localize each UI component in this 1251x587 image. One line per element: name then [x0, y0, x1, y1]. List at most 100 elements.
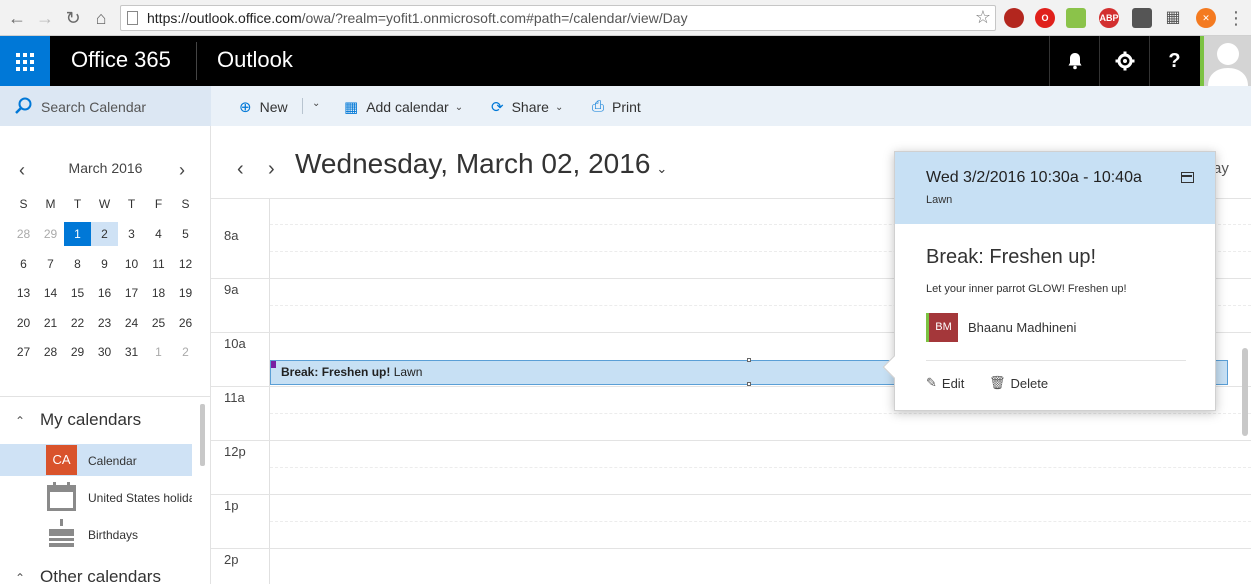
menu-icon[interactable]: ⋮	[1226, 7, 1246, 29]
hat-extension-icon[interactable]	[1066, 8, 1086, 28]
home-icon[interactable]: ⌂	[90, 7, 112, 29]
mini-calendar-day[interactable]: 28	[10, 222, 37, 246]
forward-arrow-icon[interactable]: →	[34, 7, 56, 29]
pencil-icon: ✎	[926, 375, 937, 390]
mini-calendar-day[interactable]: 19	[172, 281, 199, 305]
delete-label: Delete	[1010, 375, 1049, 391]
other-calendars-label: Other calendars	[40, 567, 161, 586]
expand-window-icon[interactable]	[1181, 172, 1194, 183]
mini-calendar-day[interactable]: 25	[145, 311, 172, 335]
event-title: Break: Freshen up!	[281, 365, 391, 379]
mini-calendar-day[interactable]: 29	[64, 340, 91, 364]
bookmark-star-icon[interactable]: ☆	[975, 7, 991, 28]
half-hour-line	[270, 521, 1251, 522]
puzzle-extension-icon[interactable]	[1132, 8, 1152, 28]
edit-label: Edit	[941, 375, 965, 391]
apps-grid-icon[interactable]: ▦	[1163, 8, 1183, 28]
calendar-icon	[47, 482, 76, 511]
event-category-marker	[271, 361, 276, 368]
new-button[interactable]: ⊕ New	[239, 98, 288, 116]
mini-calendar-day[interactable]: 26	[172, 311, 199, 335]
add-calendar-button[interactable]: ▦ Add calendar ⌄	[344, 98, 463, 116]
event-text: Break: Freshen up! Lawn	[281, 365, 422, 379]
app-title[interactable]: Outlook	[217, 47, 293, 73]
mini-calendar-day[interactable]: 17	[118, 281, 145, 305]
notifications-button[interactable]	[1049, 36, 1099, 86]
day-title[interactable]: Wednesday, March 02, 2016 ⌄	[295, 148, 667, 180]
mini-calendar-day[interactable]: 4	[145, 222, 172, 246]
day-title-text: Wednesday, March 02, 2016	[295, 148, 651, 179]
time-column-divider	[269, 198, 270, 584]
mini-calendar-day[interactable]: 6	[10, 252, 37, 276]
calendar-item-birthdays[interactable]: Birthdays	[0, 518, 192, 550]
mini-calendar-day[interactable]: 27	[10, 340, 37, 364]
reload-icon[interactable]: ↻	[62, 7, 84, 29]
attendee-avatar[interactable]: BM	[926, 313, 958, 342]
main-scrollbar[interactable]	[1242, 348, 1248, 436]
mini-calendar-day[interactable]: 18	[145, 281, 172, 305]
next-month-arrow-icon[interactable]: ›	[179, 160, 185, 181]
address-bar[interactable]: https://outlook.office.com/owa/?realm=yo…	[120, 5, 996, 31]
page-icon	[127, 11, 138, 25]
user-avatar[interactable]	[1200, 36, 1251, 86]
help-button[interactable]: ?	[1149, 36, 1199, 86]
other-calendars-header[interactable]: ⌃ Other calendars	[0, 567, 161, 587]
mini-calendar-day[interactable]: 2	[91, 222, 118, 246]
command-bar: ⊕ New ⌄ ▦ Add calendar ⌄ ⟳ Share ⌄ ⎙ Print	[211, 86, 1251, 126]
mini-calendar-day[interactable]: 7	[37, 252, 64, 276]
hour-line	[211, 548, 1251, 549]
mini-calendar-day[interactable]: 3	[118, 222, 145, 246]
weekday-header: F	[154, 197, 163, 211]
my-calendars-header[interactable]: ⌃ My calendars	[0, 410, 141, 430]
orange-extension-icon[interactable]: ✕	[1196, 8, 1216, 28]
office-brand[interactable]: Office 365	[71, 47, 171, 73]
mini-calendar-day[interactable]: 1	[64, 222, 91, 246]
delete-button[interactable]: 🗑 Delete	[989, 375, 1048, 391]
weekday-header: T	[127, 197, 136, 211]
print-button[interactable]: ⎙ Print	[592, 98, 641, 115]
mini-calendar-day[interactable]: 11	[145, 252, 172, 276]
mini-calendar-day[interactable]: 1	[145, 340, 172, 364]
mini-calendar-day[interactable]: 31	[118, 340, 145, 364]
mini-calendar-day[interactable]: 14	[37, 281, 64, 305]
mini-calendar-day[interactable]: 28	[37, 340, 64, 364]
hour-line	[211, 494, 1251, 495]
mini-calendar-day[interactable]: 8	[64, 252, 91, 276]
opera-extension-icon[interactable]: O	[1035, 8, 1055, 28]
settings-button[interactable]	[1099, 36, 1149, 86]
prev-day-arrow-icon[interactable]: ‹	[237, 158, 244, 181]
calendar-item-calendar[interactable]: CA Calendar	[0, 444, 192, 476]
search-icon	[15, 97, 32, 114]
mini-calendar-day[interactable]: 16	[91, 281, 118, 305]
mini-calendar-day[interactable]: 20	[10, 311, 37, 335]
adblock-plus-icon[interactable]: ABP	[1099, 8, 1119, 28]
mini-calendar-day[interactable]: 12	[172, 252, 199, 276]
search-calendar-box[interactable]: Search Calendar	[0, 86, 211, 126]
red-car-extension-icon[interactable]	[1004, 8, 1024, 28]
mini-calendar-day[interactable]: 24	[118, 311, 145, 335]
share-button[interactable]: ⟳ Share ⌄	[491, 98, 563, 116]
mini-calendar-day[interactable]: 29	[37, 222, 64, 246]
attendee-name[interactable]: Bhaanu Madhineni	[968, 320, 1076, 335]
mini-calendar-day[interactable]: 9	[91, 252, 118, 276]
nav-scrollbar[interactable]	[200, 404, 205, 466]
mini-calendar-day[interactable]: 5	[172, 222, 199, 246]
next-day-arrow-icon[interactable]: ›	[268, 158, 275, 181]
mini-calendar-day[interactable]: 13	[10, 281, 37, 305]
mini-calendar-day[interactable]: 21	[37, 311, 64, 335]
chevron-down-icon: ⌄	[312, 98, 321, 109]
edit-button[interactable]: ✎ Edit	[926, 375, 964, 391]
mini-calendar-day[interactable]: 22	[64, 311, 91, 335]
back-arrow-icon[interactable]: ←	[6, 7, 28, 29]
mini-calendar-day[interactable]: 23	[91, 311, 118, 335]
mini-calendar-day[interactable]: 30	[91, 340, 118, 364]
resize-handle-top[interactable]	[747, 358, 751, 362]
app-launcher-icon[interactable]	[0, 36, 50, 86]
mini-calendar-day[interactable]: 10	[118, 252, 145, 276]
birthday-cake-icon	[49, 519, 74, 547]
new-dropdown-button[interactable]: ⌄	[306, 98, 320, 109]
calendar-item-us-holidays[interactable]: United States holidays	[0, 481, 192, 513]
mini-calendar-day[interactable]: 2	[172, 340, 199, 364]
resize-handle-bottom[interactable]	[747, 382, 751, 386]
mini-calendar-day[interactable]: 15	[64, 281, 91, 305]
